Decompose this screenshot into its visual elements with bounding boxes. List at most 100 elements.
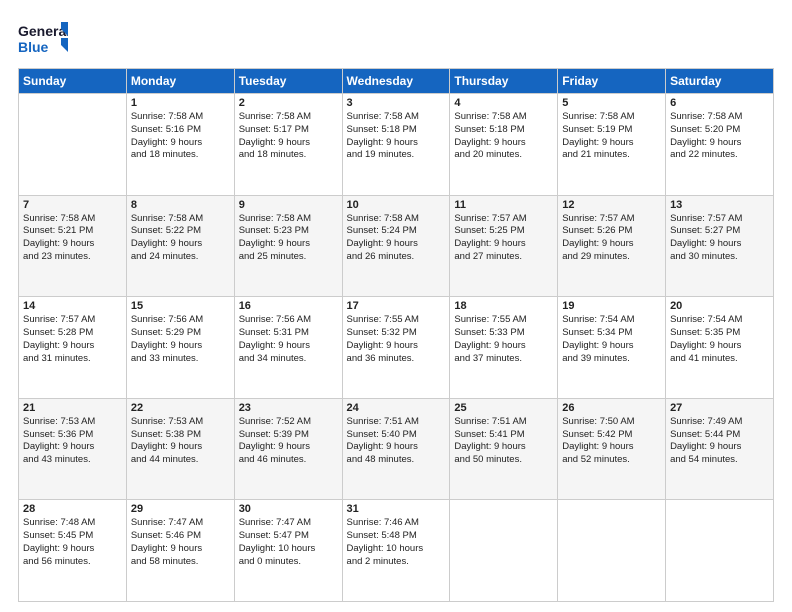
sunrise-text: Sunrise: 7:54 AM — [670, 314, 769, 327]
daylight-line1: Daylight: 9 hours — [347, 238, 446, 251]
week-row: 21Sunrise: 7:53 AMSunset: 5:36 PMDayligh… — [19, 398, 774, 500]
day-number: 17 — [347, 300, 446, 312]
sunset-text: Sunset: 5:44 PM — [670, 429, 769, 442]
week-row: 28Sunrise: 7:48 AMSunset: 5:45 PMDayligh… — [19, 500, 774, 602]
calendar-cell: 22Sunrise: 7:53 AMSunset: 5:38 PMDayligh… — [126, 398, 234, 500]
sunset-text: Sunset: 5:18 PM — [454, 124, 553, 137]
daylight-line1: Daylight: 9 hours — [23, 543, 122, 556]
logo: General Blue — [18, 18, 68, 60]
sunrise-text: Sunrise: 7:58 AM — [347, 213, 446, 226]
calendar-cell: 13Sunrise: 7:57 AMSunset: 5:27 PMDayligh… — [666, 195, 774, 297]
calendar-cell — [558, 500, 666, 602]
calendar-cell: 18Sunrise: 7:55 AMSunset: 5:33 PMDayligh… — [450, 297, 558, 399]
sunset-text: Sunset: 5:19 PM — [562, 124, 661, 137]
daylight-line1: Daylight: 9 hours — [239, 137, 338, 150]
daylight-line2: and 2 minutes. — [347, 556, 446, 569]
calendar-cell: 10 Sunrise: 7:58 AMSunset: 5:24 PMDayligh… — [342, 195, 450, 297]
daylight-line2: and 20 minutes. — [454, 149, 553, 162]
col-header-thursday: Thursday — [450, 69, 558, 94]
daylight-line1: Daylight: 9 hours — [131, 441, 230, 454]
calendar-cell: 25Sunrise: 7:51 AMSunset: 5:41 PMDayligh… — [450, 398, 558, 500]
sunrise-text: Sunrise: 7:57 AM — [454, 213, 553, 226]
daylight-line1: Daylight: 9 hours — [239, 238, 338, 251]
day-number: 20 — [670, 300, 769, 312]
day-number: 11 — [454, 199, 553, 211]
col-header-sunday: Sunday — [19, 69, 127, 94]
daylight-line2: and 58 minutes. — [131, 556, 230, 569]
svg-text:General: General — [18, 23, 68, 39]
sunrise-text: Sunrise: 7:48 AM — [23, 517, 122, 530]
daylight-line1: Daylight: 9 hours — [23, 441, 122, 454]
sunset-text: Sunset: 5:40 PM — [347, 429, 446, 442]
sunset-text: Sunset: 5:27 PM — [670, 225, 769, 238]
calendar-cell: 28Sunrise: 7:48 AMSunset: 5:45 PMDayligh… — [19, 500, 127, 602]
sunset-text: Sunset: 5:41 PM — [454, 429, 553, 442]
calendar-cell: 5Sunrise: 7:58 AMSunset: 5:19 PMDaylight… — [558, 94, 666, 196]
daylight-line1: Daylight: 9 hours — [347, 137, 446, 150]
daylight-line2: and 19 minutes. — [347, 149, 446, 162]
sunrise-text: Sunrise: 7:58 AM — [239, 213, 338, 226]
sunset-text: Sunset: 5:25 PM — [454, 225, 553, 238]
calendar-cell: 27Sunrise: 7:49 AMSunset: 5:44 PMDayligh… — [666, 398, 774, 500]
day-number: 21 — [23, 402, 122, 414]
daylight-line2: and 25 minutes. — [239, 251, 338, 264]
sunset-text: Sunset: 5:45 PM — [23, 530, 122, 543]
sunset-text: Sunset: 5:22 PM — [131, 225, 230, 238]
sunrise-text: Sunrise: 7:58 AM — [347, 111, 446, 124]
daylight-line2: and 22 minutes. — [670, 149, 769, 162]
sunset-text: Sunset: 5:36 PM — [23, 429, 122, 442]
daylight-line2: and 46 minutes. — [239, 454, 338, 467]
calendar-cell: 8Sunrise: 7:58 AMSunset: 5:22 PMDaylight… — [126, 195, 234, 297]
sunset-text: Sunset: 5:26 PM — [562, 225, 661, 238]
sunset-text: Sunset: 5:23 PM — [239, 225, 338, 238]
calendar-cell: 26Sunrise: 7:50 AMSunset: 5:42 PMDayligh… — [558, 398, 666, 500]
day-number: 14 — [23, 300, 122, 312]
day-number: 7 — [23, 199, 122, 211]
calendar-cell: 1Sunrise: 7:58 AMSunset: 5:16 PMDaylight… — [126, 94, 234, 196]
calendar-cell: 7Sunrise: 7:58 AMSunset: 5:21 PMDaylight… — [19, 195, 127, 297]
col-header-tuesday: Tuesday — [234, 69, 342, 94]
calendar-cell: 19Sunrise: 7:54 AMSunset: 5:34 PMDayligh… — [558, 297, 666, 399]
daylight-line1: Daylight: 9 hours — [131, 340, 230, 353]
sunset-text: Sunset: 5:24 PM — [347, 225, 446, 238]
calendar-cell: 21 Sunrise: 7:53 AMSunset: 5:36 PMDayligh… — [19, 398, 127, 500]
daylight-line2: and 24 minutes. — [131, 251, 230, 264]
daylight-line2: and 0 minutes. — [239, 556, 338, 569]
sunrise-text: Sunrise: 7:57 AM — [562, 213, 661, 226]
daylight-line2: and 52 minutes. — [562, 454, 661, 467]
day-number: 15 — [131, 300, 230, 312]
header: General Blue — [18, 18, 774, 60]
daylight-line2: and 44 minutes. — [131, 454, 230, 467]
calendar-table: SundayMondayTuesdayWednesdayThursdayFrid… — [18, 68, 774, 602]
day-number: 2 — [239, 97, 338, 109]
daylight-line2: and 41 minutes. — [670, 353, 769, 366]
calendar-cell — [19, 94, 127, 196]
day-number: 29 — [131, 503, 230, 515]
daylight-line1: Daylight: 9 hours — [670, 238, 769, 251]
sunrise-text: Sunrise: 7:46 AM — [347, 517, 446, 530]
sunset-text: Sunset: 5:28 PM — [23, 327, 122, 340]
sunrise-text: Sunrise: 7:47 AM — [239, 517, 338, 530]
daylight-line2: and 33 minutes. — [131, 353, 230, 366]
daylight-line1: Daylight: 9 hours — [670, 137, 769, 150]
day-number: 9 — [239, 199, 338, 211]
col-header-wednesday: Wednesday — [342, 69, 450, 94]
daylight-line1: Daylight: 9 hours — [454, 340, 553, 353]
day-number: 10 — [347, 199, 446, 211]
calendar-cell: 17Sunrise: 7:55 AMSunset: 5:32 PMDayligh… — [342, 297, 450, 399]
daylight-line1: Daylight: 9 hours — [454, 137, 553, 150]
day-number: 22 — [131, 402, 230, 414]
sunrise-text: Sunrise: 7:49 AM — [670, 416, 769, 429]
sunrise-text: Sunrise: 7:53 AM — [23, 416, 122, 429]
daylight-line2: and 37 minutes. — [454, 353, 553, 366]
sunrise-text: Sunrise: 7:47 AM — [131, 517, 230, 530]
sunrise-text: Sunrise: 7:58 AM — [131, 111, 230, 124]
calendar-cell: 2Sunrise: 7:58 AMSunset: 5:17 PMDaylight… — [234, 94, 342, 196]
col-header-monday: Monday — [126, 69, 234, 94]
day-number: 12 — [562, 199, 661, 211]
day-number: 26 — [562, 402, 661, 414]
daylight-line1: Daylight: 10 hours — [347, 543, 446, 556]
day-number: 13 — [670, 199, 769, 211]
week-row: 14Sunrise: 7:57 AMSunset: 5:28 PMDayligh… — [19, 297, 774, 399]
daylight-line2: and 56 minutes. — [23, 556, 122, 569]
